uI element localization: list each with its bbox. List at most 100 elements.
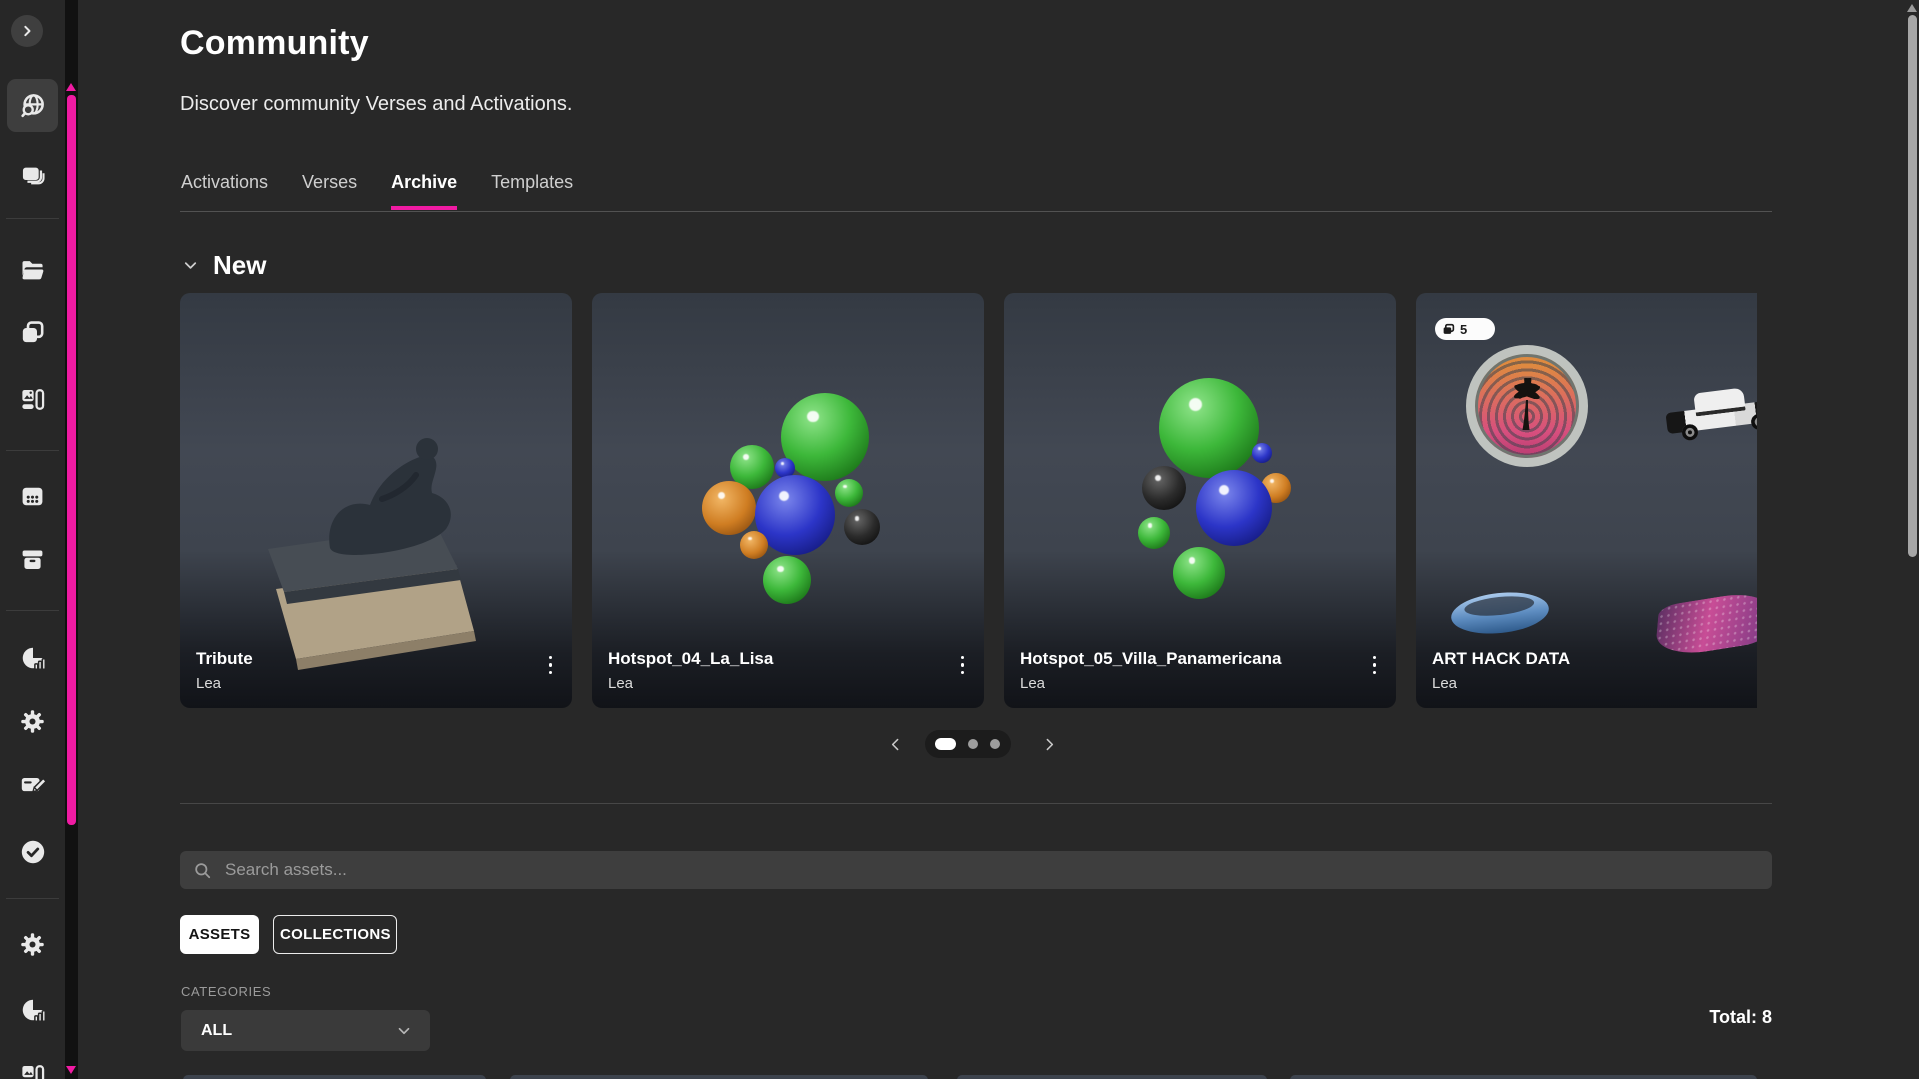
card-footer: ART HACK DATA Lea <box>1416 649 1757 708</box>
sidebar-item-community[interactable] <box>0 92 65 119</box>
sidebar-expand-button[interactable] <box>11 15 43 47</box>
chevron-right-icon <box>1041 736 1058 753</box>
card-title: Hotspot_05_Villa_Panamericana <box>1020 649 1380 669</box>
assets-filter-button[interactable]: ASSETS <box>180 915 259 954</box>
sidebar-scrollbar-thumb[interactable] <box>67 95 76 825</box>
tab-templates[interactable]: Templates <box>491 172 573 210</box>
card-title: ART HACK DATA <box>1432 649 1757 669</box>
page-subtitle: Discover community Verses and Activation… <box>180 93 572 116</box>
carousel-next-button[interactable] <box>1036 731 1062 757</box>
sidebar-item-verses[interactable] <box>0 162 65 189</box>
statue-artwork <box>180 293 572 708</box>
search-icon <box>193 861 212 880</box>
card-footer: Tribute Lea <box>180 649 572 708</box>
asset-count-badge: 5 <box>1435 318 1495 340</box>
media-layout-icon <box>19 386 46 413</box>
categories-dropdown[interactable]: ALL <box>181 1010 430 1051</box>
page-title: Community <box>180 24 369 63</box>
folder-open-icon <box>19 256 47 284</box>
sidebar-scrollbar-track[interactable] <box>65 0 78 1079</box>
section-divider <box>180 803 1772 804</box>
scroll-down-arrow-icon[interactable] <box>66 1066 76 1074</box>
asset-card-tribute[interactable]: Tribute Lea <box>180 293 572 708</box>
sidebar <box>0 0 65 1079</box>
table-grid-icon <box>19 483 46 510</box>
sidebar-item-settings[interactable] <box>0 708 65 735</box>
tab-activations[interactable]: Activations <box>181 172 268 210</box>
sidebar-divider <box>6 450 59 451</box>
asset-card-partial[interactable] <box>957 1075 1267 1079</box>
search-input[interactable] <box>223 859 1772 881</box>
sidebar-item-schedule[interactable] <box>0 483 65 510</box>
page-scrollbar-thumb[interactable] <box>1908 15 1917 557</box>
carousel-track: Tribute Lea Ho <box>180 293 1757 708</box>
sidebar-divider <box>6 610 59 611</box>
carousel-viewport: Tribute Lea Ho <box>180 293 1757 708</box>
carousel-dot-3[interactable] <box>990 739 1000 749</box>
police-car-model <box>1662 369 1757 457</box>
tab-archive[interactable]: Archive <box>391 172 457 210</box>
section-new-header[interactable]: New <box>181 250 266 281</box>
chevron-down-icon <box>395 1022 413 1040</box>
card-menu-kebab-icon[interactable] <box>545 652 557 679</box>
sphere-cluster-artwork <box>592 293 984 708</box>
art-hack-artwork <box>1416 293 1757 708</box>
card-edit-icon <box>19 771 47 799</box>
check-circle-icon <box>19 838 47 866</box>
search-bar <box>180 851 1772 889</box>
asset-card-art-hack-data[interactable]: 5 ART HACK DATA Lea <box>1416 293 1757 708</box>
sidebar-item-archive[interactable] <box>0 546 65 573</box>
asset-card-hotspot-04[interactable]: Hotspot_04_La_Lisa Lea <box>592 293 984 708</box>
sidebar-item-analytics-secondary[interactable] <box>0 996 65 1024</box>
archive-box-icon <box>19 546 46 573</box>
carousel-dot-1[interactable] <box>935 738 956 750</box>
tab-divider <box>180 211 1772 212</box>
asset-card-partial[interactable] <box>510 1075 928 1079</box>
sidebar-divider <box>6 218 59 219</box>
page-scrollbar-track[interactable] <box>1906 0 1919 1079</box>
gear-icon <box>19 708 46 735</box>
sidebar-item-settings-secondary[interactable] <box>0 931 65 958</box>
copy-stack-icon <box>19 319 46 346</box>
asset-card-hotspot-05[interactable]: Hotspot_05_Villa_Panamericana Lea <box>1004 293 1396 708</box>
sphere-cluster-artwork <box>1004 293 1396 708</box>
card-author: Lea <box>1020 675 1380 692</box>
scroll-up-arrow-icon[interactable] <box>66 83 76 91</box>
categories-label: CATEGORIES <box>181 984 271 999</box>
carousel-pagination <box>925 730 1011 758</box>
card-title: Tribute <box>196 649 556 669</box>
stacked-cards-icon <box>1442 323 1455 336</box>
pie-chart-icon <box>19 996 47 1024</box>
collections-filter-button[interactable]: COLLECTIONS <box>273 915 397 954</box>
chevron-down-icon <box>181 256 200 275</box>
sidebar-item-approvals[interactable] <box>0 838 65 866</box>
sidebar-item-media[interactable] <box>0 386 65 413</box>
tab-verses[interactable]: Verses <box>302 172 357 210</box>
card-author: Lea <box>1432 675 1757 692</box>
card-author: Lea <box>196 675 556 692</box>
globe-search-icon <box>19 92 46 119</box>
sidebar-item-card-editor[interactable] <box>0 771 65 799</box>
sidebar-divider <box>6 898 59 899</box>
badge-count: 5 <box>1460 322 1467 337</box>
pie-chart-icon <box>19 644 47 672</box>
blue-visor-model <box>1449 588 1551 638</box>
card-menu-kebab-icon[interactable] <box>1369 652 1381 679</box>
sidebar-item-media-secondary[interactable] <box>0 1062 65 1079</box>
card-menu-kebab-icon[interactable] <box>957 652 969 679</box>
total-count-label: Total: 8 <box>1572 1007 1772 1028</box>
asset-card-partial[interactable] <box>1290 1075 1757 1079</box>
categories-selected-value: ALL <box>201 1022 232 1040</box>
carousel-dot-2[interactable] <box>968 739 978 749</box>
asset-card-partial[interactable] <box>183 1075 486 1079</box>
section-new-title: New <box>213 250 266 281</box>
layers-icon <box>19 162 46 189</box>
carousel-prev-button[interactable] <box>882 731 908 757</box>
app-window: Community Discover community Verses and … <box>0 0 1919 1079</box>
sidebar-item-collections[interactable] <box>0 319 65 346</box>
card-author: Lea <box>608 675 968 692</box>
sidebar-item-files[interactable] <box>0 256 65 284</box>
sidebar-item-analytics[interactable] <box>0 644 65 672</box>
scroll-up-arrow-icon[interactable] <box>1907 4 1917 12</box>
chevron-right-icon <box>17 21 37 41</box>
